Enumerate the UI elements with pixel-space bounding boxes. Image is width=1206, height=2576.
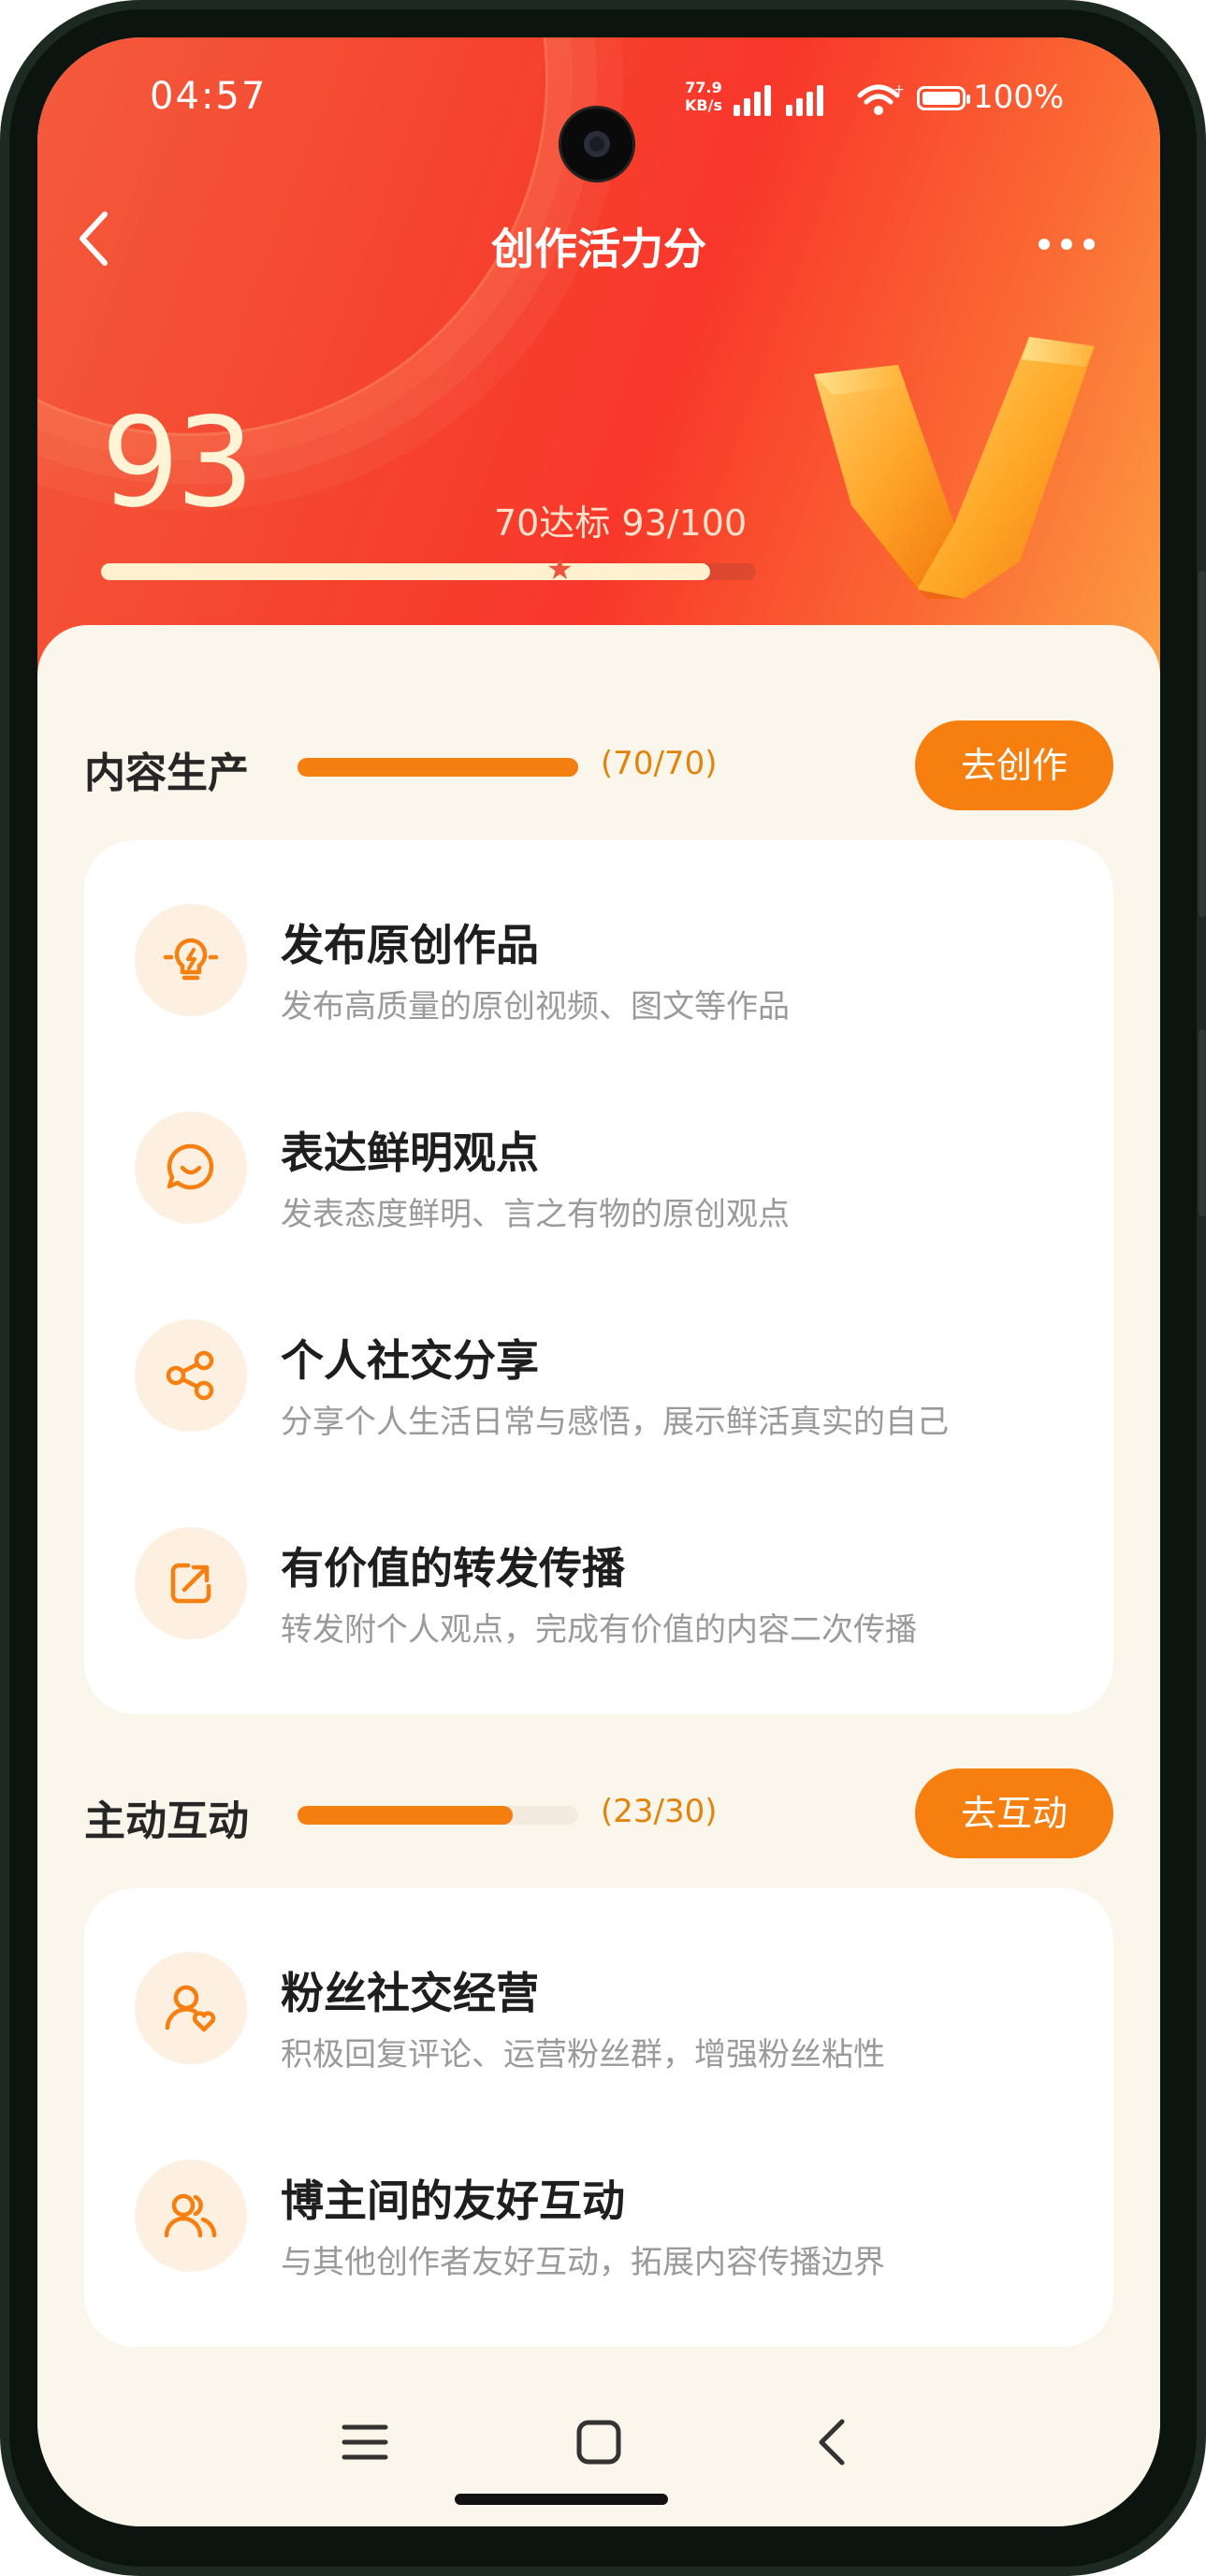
user-heart-icon	[135, 1952, 247, 2064]
task-card: 发布原创作品 发布高质量的原创视频、图文等作品 表达鲜明观点 发表态度鲜明、言之…	[84, 840, 1113, 1714]
share-icon	[135, 1319, 247, 1432]
item-title: 博主间的友好互动	[281, 2176, 625, 2226]
go-interact-button[interactable]: 去互动	[915, 1768, 1113, 1858]
status-time: 04:57	[150, 75, 268, 118]
content-sheet: 内容生产 (70/70) 去创作 发布原创作品 发布高质量的原创视频、图文等作品…	[37, 625, 1160, 2526]
task-card: 粉丝社交经营 积极回复评论、运营粉丝群，增强粉丝粘性 博主间的友好互动 与其他创…	[84, 1888, 1113, 2347]
status-bar: 04:57 77.9 KB/s + 100%	[37, 75, 1160, 180]
item-desc: 分享个人生活日常与感悟，展示鲜活真实的自己	[281, 1404, 949, 1441]
item-title: 个人社交分享	[281, 1335, 539, 1386]
more-horizontal-icon[interactable]	[1039, 236, 1106, 254]
list-item[interactable]: 有价值的转发传播 转发附个人观点，完成有价值的内容二次传播	[84, 1482, 1113, 1651]
section-progress-bar	[298, 1806, 578, 1825]
score-progress-bar: ★	[101, 551, 756, 587]
signal-icon	[734, 85, 823, 116]
svg-text:+: +	[894, 82, 905, 97]
item-desc: 与其他创作者友好互动，拓展内容传播边界	[281, 2244, 885, 2281]
target-star-icon: ★	[546, 551, 574, 587]
list-item[interactable]: 粉丝社交经营 积极回复评论、运营粉丝群，增强粉丝粘性	[84, 1907, 1113, 2075]
item-desc: 发表态度鲜明、言之有物的原创观点	[281, 1196, 790, 1233]
item-title: 发布原创作品	[281, 920, 539, 970]
list-item[interactable]: 个人社交分享 分享个人生活日常与感悟，展示鲜活真实的自己	[84, 1274, 1113, 1443]
forward-icon	[135, 1527, 247, 1639]
section-progress-bar	[298, 758, 578, 777]
section-count: (70/70)	[601, 745, 718, 782]
power-button	[1199, 1029, 1206, 1216]
list-item[interactable]: 发布原创作品 发布高质量的原创视频、图文等作品	[84, 859, 1113, 1027]
item-title: 有价值的转发传播	[281, 1543, 625, 1594]
home-square-icon[interactable]	[571, 2414, 627, 2470]
hero-banner: 04:57 77.9 KB/s + 100% 创作活力分 93 70达标 93/…	[37, 37, 1160, 711]
section-title: 内容生产	[84, 750, 249, 797]
lightbulb-icon	[135, 904, 247, 1016]
v-badge-icon	[814, 337, 1095, 599]
item-title: 表达鲜明观点	[281, 1128, 539, 1178]
section-content-production: 内容生产 (70/70) 去创作	[84, 720, 1113, 810]
chat-smile-icon	[135, 1112, 247, 1224]
go-create-button[interactable]: 去创作	[915, 720, 1113, 810]
score-value: 93	[101, 391, 254, 535]
network-speed-unit: KB/s	[685, 96, 722, 114]
battery-icon	[917, 86, 970, 110]
menu-icon[interactable]	[337, 2414, 393, 2470]
section-count: (23/30)	[601, 1793, 718, 1830]
item-desc: 转发附个人观点，完成有价值的内容二次传播	[281, 1611, 917, 1649]
back-triangle-icon[interactable]	[805, 2414, 861, 2470]
item-title: 粉丝社交经营	[281, 1968, 539, 2018]
network-speed: 77.9 KB/s	[685, 79, 722, 114]
front-camera	[561, 109, 632, 180]
score-progress-fill	[101, 563, 710, 580]
item-desc: 发布高质量的原创视频、图文等作品	[281, 988, 790, 1026]
score-target-text: 70达标 93/100	[494, 502, 748, 544]
battery-percent: 100%	[973, 79, 1065, 116]
item-desc: 积极回复评论、运营粉丝群，增强粉丝粘性	[281, 2036, 885, 2074]
screen: 04:57 77.9 KB/s + 100% 创作活力分 93 70达标 93/…	[37, 37, 1160, 2526]
section-active-interaction: 主动互动 (23/30) 去互动	[84, 1768, 1113, 1858]
volume-button	[1199, 571, 1206, 917]
list-item[interactable]: 博主间的友好互动 与其他创作者友好互动，拓展内容传播边界	[84, 2115, 1113, 2283]
gesture-bar	[455, 2494, 668, 2505]
section-title: 主动互动	[84, 1797, 249, 1845]
page-title: 创作活力分	[491, 224, 706, 274]
wifi-icon: +	[857, 82, 905, 115]
users-icon	[135, 2160, 247, 2272]
list-item[interactable]: 表达鲜明观点 发表态度鲜明、言之有物的原创观点	[84, 1067, 1113, 1235]
section-progress-fill	[298, 1806, 514, 1825]
section-progress-fill	[298, 758, 578, 777]
network-speed-value: 77.9	[685, 79, 722, 96]
